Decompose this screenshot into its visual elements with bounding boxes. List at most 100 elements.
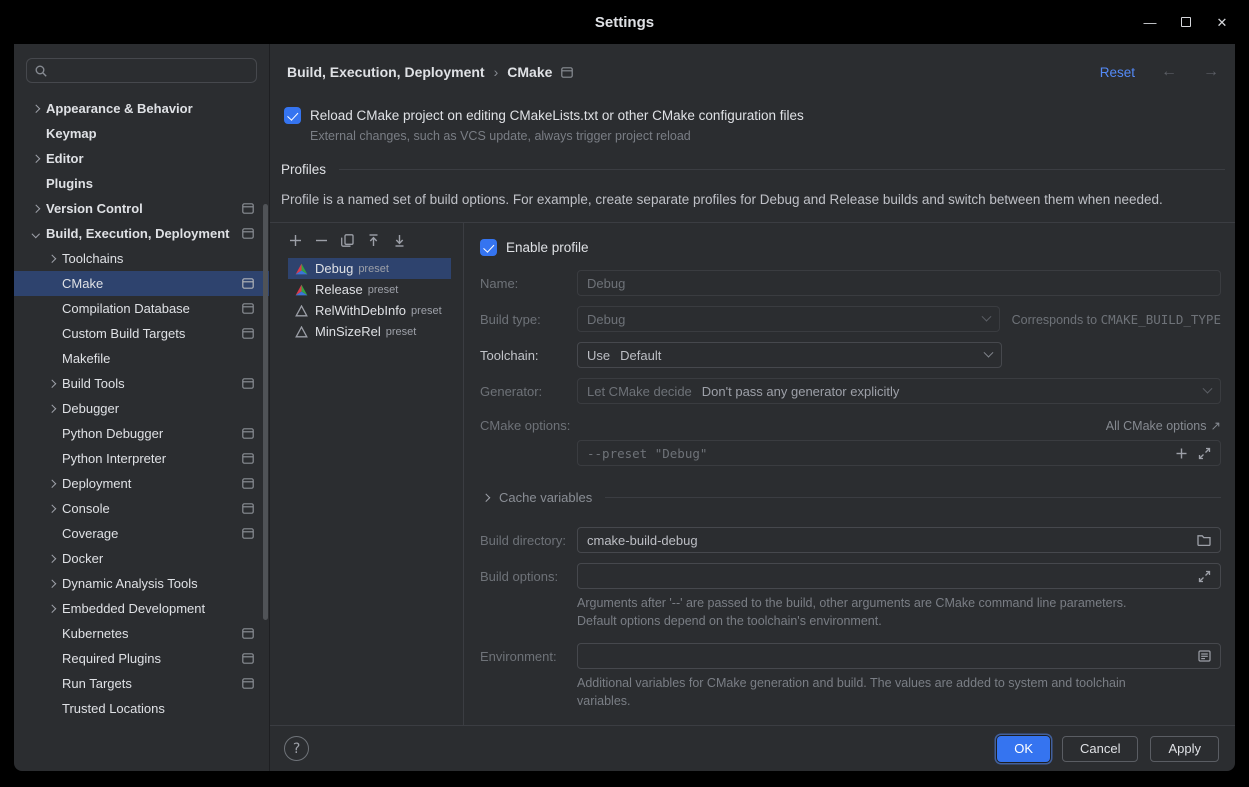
sidebar-item-debugger[interactable]: Debugger (14, 396, 269, 421)
chevron-right-icon[interactable] (42, 471, 62, 496)
reset-link[interactable]: Reset (1100, 65, 1135, 80)
forward-icon[interactable]: → (1203, 63, 1219, 81)
sidebar-item-coverage[interactable]: Coverage (14, 521, 269, 546)
all-cmake-options-link[interactable]: All CMake options ↗ (1106, 418, 1221, 433)
build-options-field[interactable] (577, 563, 1221, 589)
sidebar-item-build-tools[interactable]: Build Tools (14, 371, 269, 396)
folder-icon[interactable] (1197, 534, 1211, 546)
sidebar-scrollbar[interactable] (263, 204, 268, 620)
titlebar[interactable]: Settings — ✕ (0, 0, 1249, 44)
sidebar-item-plugins[interactable]: Plugins (14, 171, 269, 196)
breadcrumb-part[interactable]: Build, Execution, Deployment (287, 64, 485, 80)
remove-profile-button[interactable] (314, 233, 329, 248)
minimize-icon[interactable]: — (1143, 16, 1157, 29)
settings-search-input[interactable] (54, 62, 249, 79)
enable-profile-checkbox[interactable] (480, 239, 497, 256)
profile-item-minsizerel[interactable]: MinSizeRel preset (288, 321, 451, 342)
sidebar-item-appearance-behavior[interactable]: Appearance & Behavior (14, 96, 269, 121)
sidebar-item-docker[interactable]: Docker (14, 546, 269, 571)
build-type-select[interactable]: Debug (577, 306, 1000, 332)
chevron-right-icon[interactable] (26, 146, 46, 171)
cancel-button[interactable]: Cancel (1062, 736, 1138, 762)
profile-item-release[interactable]: Release preset (288, 279, 451, 300)
build-type-value: Debug (587, 312, 625, 327)
sidebar-item-compilation-database[interactable]: Compilation Database (14, 296, 269, 321)
apply-button[interactable]: Apply (1150, 736, 1219, 762)
reload-cmake-checkbox[interactable] (284, 107, 301, 124)
name-field[interactable]: Debug (577, 270, 1221, 296)
sidebar-item-editor[interactable]: Editor (14, 146, 269, 171)
settings-search[interactable] (26, 58, 257, 83)
cmake-profile-icon (295, 283, 309, 296)
sidebar-item-toolchains[interactable]: Toolchains (14, 246, 269, 271)
expand-field-icon[interactable] (1198, 447, 1211, 460)
cmake-options-field[interactable]: --preset "Debug" (577, 440, 1221, 466)
name-label: Name: (480, 276, 577, 291)
chevron-right-icon[interactable] (42, 546, 62, 571)
chevron-right-icon[interactable] (42, 596, 62, 621)
chevron-right-icon[interactable] (42, 246, 62, 271)
enable-profile-row: Enable profile (480, 239, 1221, 256)
generator-hint: Don't pass any generator explicitly (702, 384, 900, 399)
reload-cmake-label: Reload CMake project on editing CMakeLis… (310, 108, 804, 123)
sidebar-item-required-plugins[interactable]: Required Plugins (14, 646, 269, 671)
chevron-right-icon[interactable] (26, 96, 46, 121)
indent-spacer (26, 171, 46, 196)
ok-button[interactable]: OK (997, 736, 1050, 762)
indent-spacer (42, 321, 62, 346)
section-divider (605, 497, 1221, 498)
toolchain-select[interactable]: Use Default (577, 342, 1002, 368)
move-down-button[interactable] (392, 233, 407, 248)
sidebar-item-deployment[interactable]: Deployment (14, 471, 269, 496)
back-icon[interactable]: ← (1161, 63, 1177, 81)
build-directory-field[interactable]: cmake-build-debug (577, 527, 1221, 553)
sidebar-item-kubernetes[interactable]: Kubernetes (14, 621, 269, 646)
sidebar-item-console[interactable]: Console (14, 496, 269, 521)
maximize-icon[interactable] (1181, 17, 1191, 27)
sidebar-item-label: Coverage (62, 526, 118, 541)
cache-variables-label: Cache variables (499, 490, 592, 505)
sidebar-item-python-interpreter[interactable]: Python Interpreter (14, 446, 269, 471)
sidebar-item-build-execution-deployment[interactable]: Build, Execution, Deployment (14, 221, 269, 246)
project-settings-icon (242, 278, 254, 289)
sidebar-item-cmake[interactable]: CMake (14, 271, 269, 296)
copy-profile-button[interactable] (340, 233, 355, 248)
sidebar-item-label: Keymap (46, 126, 97, 141)
sidebar-item-version-control[interactable]: Version Control (14, 196, 269, 221)
help-icon: ? (292, 741, 300, 757)
sidebar-item-label: CMake (62, 276, 103, 291)
profile-suffix: preset (358, 263, 389, 275)
chevron-down-icon (981, 311, 991, 321)
add-profile-button[interactable] (288, 233, 303, 248)
sidebar-item-run-targets[interactable]: Run Targets (14, 671, 269, 696)
chevron-right-icon[interactable] (42, 371, 62, 396)
window-title: Settings (595, 14, 654, 31)
add-option-icon[interactable] (1175, 447, 1188, 460)
project-settings-icon (242, 478, 254, 489)
cache-variables-toggle[interactable]: Cache variables (480, 485, 1221, 510)
project-settings-icon (242, 453, 254, 464)
close-icon[interactable]: ✕ (1215, 16, 1229, 29)
chevron-right-icon[interactable] (42, 496, 62, 521)
profiles-description: Profile is a named set of build options.… (281, 192, 1219, 207)
sidebar-item-makefile[interactable]: Makefile (14, 346, 269, 371)
sidebar-item-embedded-development[interactable]: Embedded Development (14, 596, 269, 621)
profile-item-debug[interactable]: Debug preset (288, 258, 451, 279)
sidebar-item-custom-build-targets[interactable]: Custom Build Targets (14, 321, 269, 346)
chevron-right-icon[interactable] (42, 571, 62, 596)
chevron-right-icon[interactable] (42, 396, 62, 421)
expand-field-icon[interactable] (1198, 570, 1211, 583)
generator-select[interactable]: Let CMake decide Don't pass any generato… (577, 378, 1221, 404)
chevron-right-icon[interactable] (26, 196, 46, 221)
sidebar-item-python-debugger[interactable]: Python Debugger (14, 421, 269, 446)
environment-field[interactable] (577, 643, 1221, 669)
chevron-down-icon[interactable] (26, 221, 46, 246)
sidebar-item-dynamic-analysis-tools[interactable]: Dynamic Analysis Tools (14, 571, 269, 596)
project-settings-icon (242, 628, 254, 639)
help-button[interactable]: ? (284, 736, 309, 761)
move-up-button[interactable] (366, 233, 381, 248)
profile-item-relwithdebinfo[interactable]: RelWithDebInfo preset (288, 300, 451, 321)
sidebar-item-trusted-locations[interactable]: Trusted Locations (14, 696, 269, 721)
environment-variables-icon[interactable] (1198, 650, 1211, 662)
sidebar-item-keymap[interactable]: Keymap (14, 121, 269, 146)
